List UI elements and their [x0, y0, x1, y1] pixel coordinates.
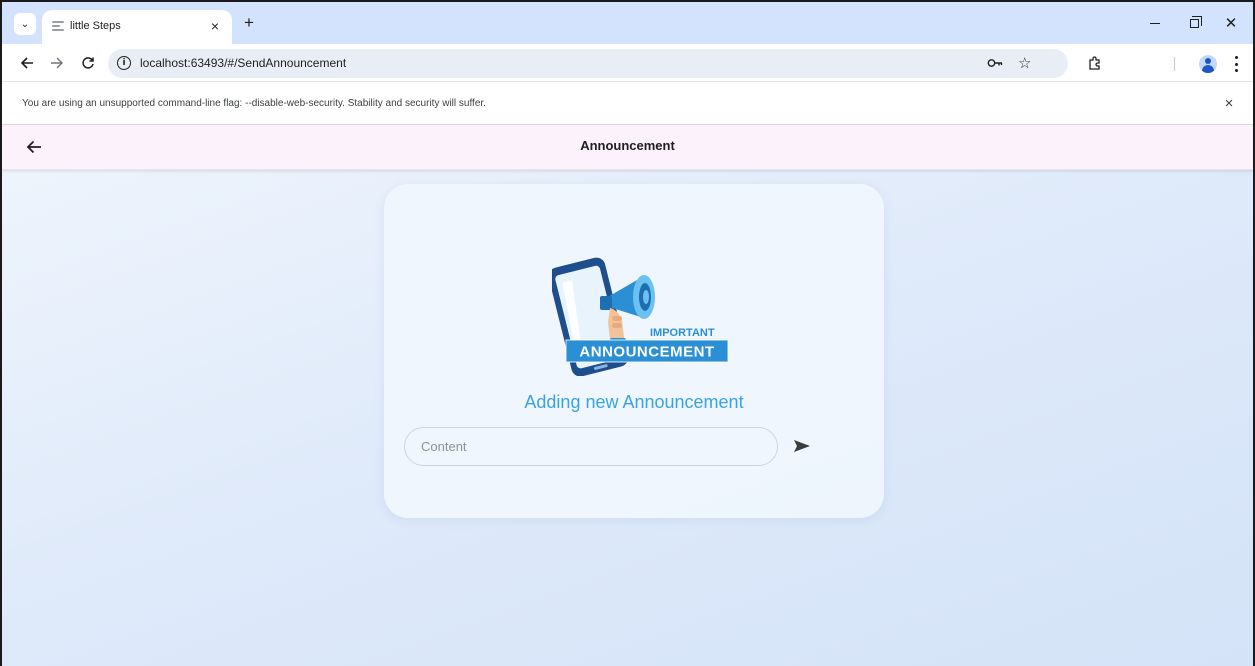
- app-view: Announcement IMPORTANT ANNOUNCEMENT Addi…: [2, 125, 1253, 666]
- browser-window: ⌄ little Steps × + ✕ i localhost:63493/#…: [0, 0, 1255, 666]
- infobar-message: You are using an unsupported command-lin…: [22, 98, 486, 109]
- announcement-card: IMPORTANT ANNOUNCEMENT Adding new Announ…: [384, 184, 884, 518]
- illustration-text-announcement: ANNOUNCEMENT: [579, 344, 714, 361]
- browser-toolbar: i localhost:63493/#/SendAnnouncement ☆: [2, 44, 1253, 82]
- megaphone-phone-illustration: IMPORTANT ANNOUNCEMENT: [552, 257, 729, 376]
- forward-arrow-icon[interactable]: [47, 53, 67, 73]
- send-icon: [794, 440, 810, 452]
- minimize-icon[interactable]: [1143, 12, 1167, 34]
- page-title: Announcement: [580, 138, 675, 153]
- close-window-icon[interactable]: ✕: [1219, 12, 1243, 34]
- app-body: IMPORTANT ANNOUNCEMENT Adding new Announ…: [2, 170, 1253, 666]
- infobar-close-icon[interactable]: ×: [1219, 93, 1239, 113]
- address-bar[interactable]: i localhost:63493/#/SendAnnouncement: [108, 49, 1068, 78]
- more-menu-icon[interactable]: [1234, 56, 1238, 72]
- url-text[interactable]: localhost:63493/#/SendAnnouncement: [140, 56, 346, 70]
- tab-little-steps[interactable]: little Steps ×: [42, 10, 232, 44]
- warning-infobar: You are using an unsupported command-lin…: [2, 82, 1253, 125]
- send-button[interactable]: [790, 434, 814, 458]
- tab-search-button[interactable]: ⌄: [14, 13, 36, 35]
- illustration-text-important: IMPORTANT: [650, 327, 715, 339]
- tab-strip: ⌄ little Steps × + ✕: [2, 2, 1253, 44]
- reload-icon[interactable]: [78, 53, 98, 73]
- site-info-icon[interactable]: i: [117, 56, 131, 70]
- tab-title: little Steps: [70, 20, 121, 32]
- profile-icon[interactable]: [1199, 55, 1217, 73]
- bookmark-star-icon[interactable]: ☆: [1018, 54, 1031, 72]
- content-input[interactable]: [404, 427, 778, 466]
- back-arrow-icon[interactable]: [17, 53, 37, 73]
- favicon-icon: [52, 21, 64, 31]
- extensions-icon[interactable]: [1087, 55, 1103, 71]
- new-tab-button[interactable]: +: [240, 13, 258, 32]
- app-bar: Announcement: [2, 125, 1253, 170]
- toolbar-divider: [1174, 57, 1175, 71]
- chevron-down-icon: ⌄: [20, 18, 30, 30]
- tab-close-icon[interactable]: ×: [206, 17, 224, 35]
- card-heading: Adding new Announcement: [524, 392, 744, 412]
- password-key-icon[interactable]: [987, 57, 1003, 71]
- maximize-icon[interactable]: [1182, 12, 1206, 34]
